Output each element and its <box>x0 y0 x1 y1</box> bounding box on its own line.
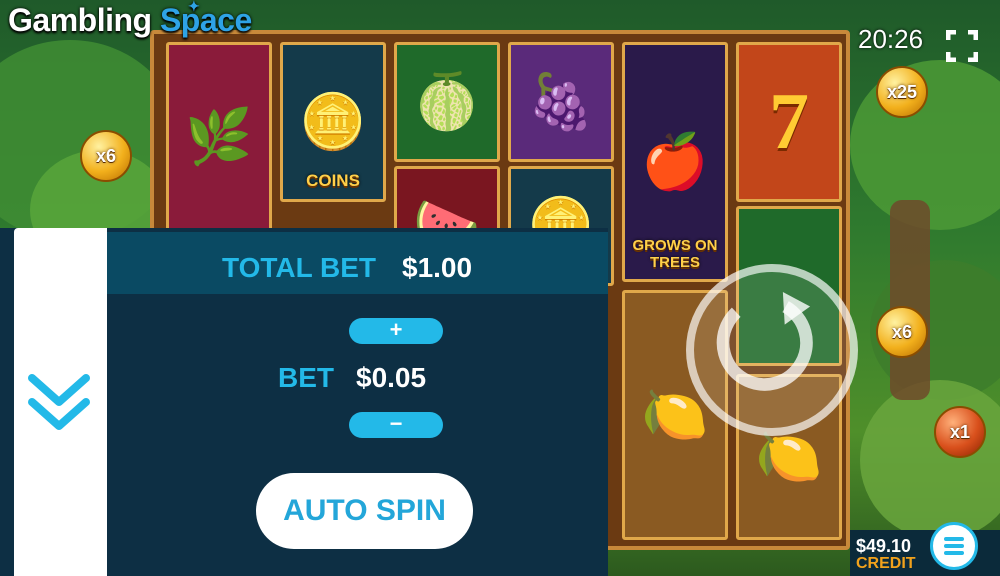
chevron-down-icon[interactable] <box>24 370 94 440</box>
credit-value: $49.10 <box>856 536 912 556</box>
tree-trunk <box>890 200 930 400</box>
coins-label: COINS <box>306 171 360 190</box>
multiplier-badge: x25 <box>876 66 928 118</box>
game-stage: 🌿 🪙 COINS 🍈 🍇 🍎 GROWS ON TREES 7 🍉 🪙 🍋 🍋… <box>0 0 1000 576</box>
lime-symbol: 🍈 <box>394 42 500 162</box>
total-bet-value: $1.00 <box>402 252 473 283</box>
brand-logo: Gambling Space ✦ <box>8 0 252 38</box>
credit-label: CREDIT <box>856 555 916 572</box>
multiplier-badge: x6 <box>80 130 132 182</box>
clock: 20:26 <box>858 24 924 54</box>
foliage <box>860 380 1000 540</box>
spin-button[interactable] <box>686 264 858 436</box>
spin-arrow-icon <box>716 291 813 391</box>
bet-label: BET <box>278 362 334 393</box>
menu-button[interactable] <box>930 522 978 570</box>
beanstalk-symbol: 🌿 <box>166 42 272 232</box>
total-bet-label: TOTAL BET <box>222 252 376 283</box>
coins-symbol: 🪙 COINS <box>280 42 386 202</box>
hamburger-icon <box>944 537 964 555</box>
auto-spin-button[interactable]: AUTO SPIN <box>256 473 473 549</box>
fullscreen-icon[interactable] <box>946 30 978 62</box>
sparkle-icon: ✦ <box>188 0 200 14</box>
multiplier-badge: x1 <box>934 406 986 458</box>
grows-on-trees-label: GROWS ON TREES <box>632 237 718 271</box>
seven-symbol: 7 <box>736 42 842 202</box>
grows-on-trees-symbol: 🍎 GROWS ON TREES <box>622 42 728 282</box>
bet-value: $0.05 <box>356 362 427 393</box>
bet-increase-button[interactable]: + <box>349 318 443 344</box>
bet-decrease-button[interactable]: − <box>349 412 443 438</box>
grapes-symbol: 🍇 <box>508 42 614 162</box>
multiplier-badge: x6 <box>876 306 928 358</box>
